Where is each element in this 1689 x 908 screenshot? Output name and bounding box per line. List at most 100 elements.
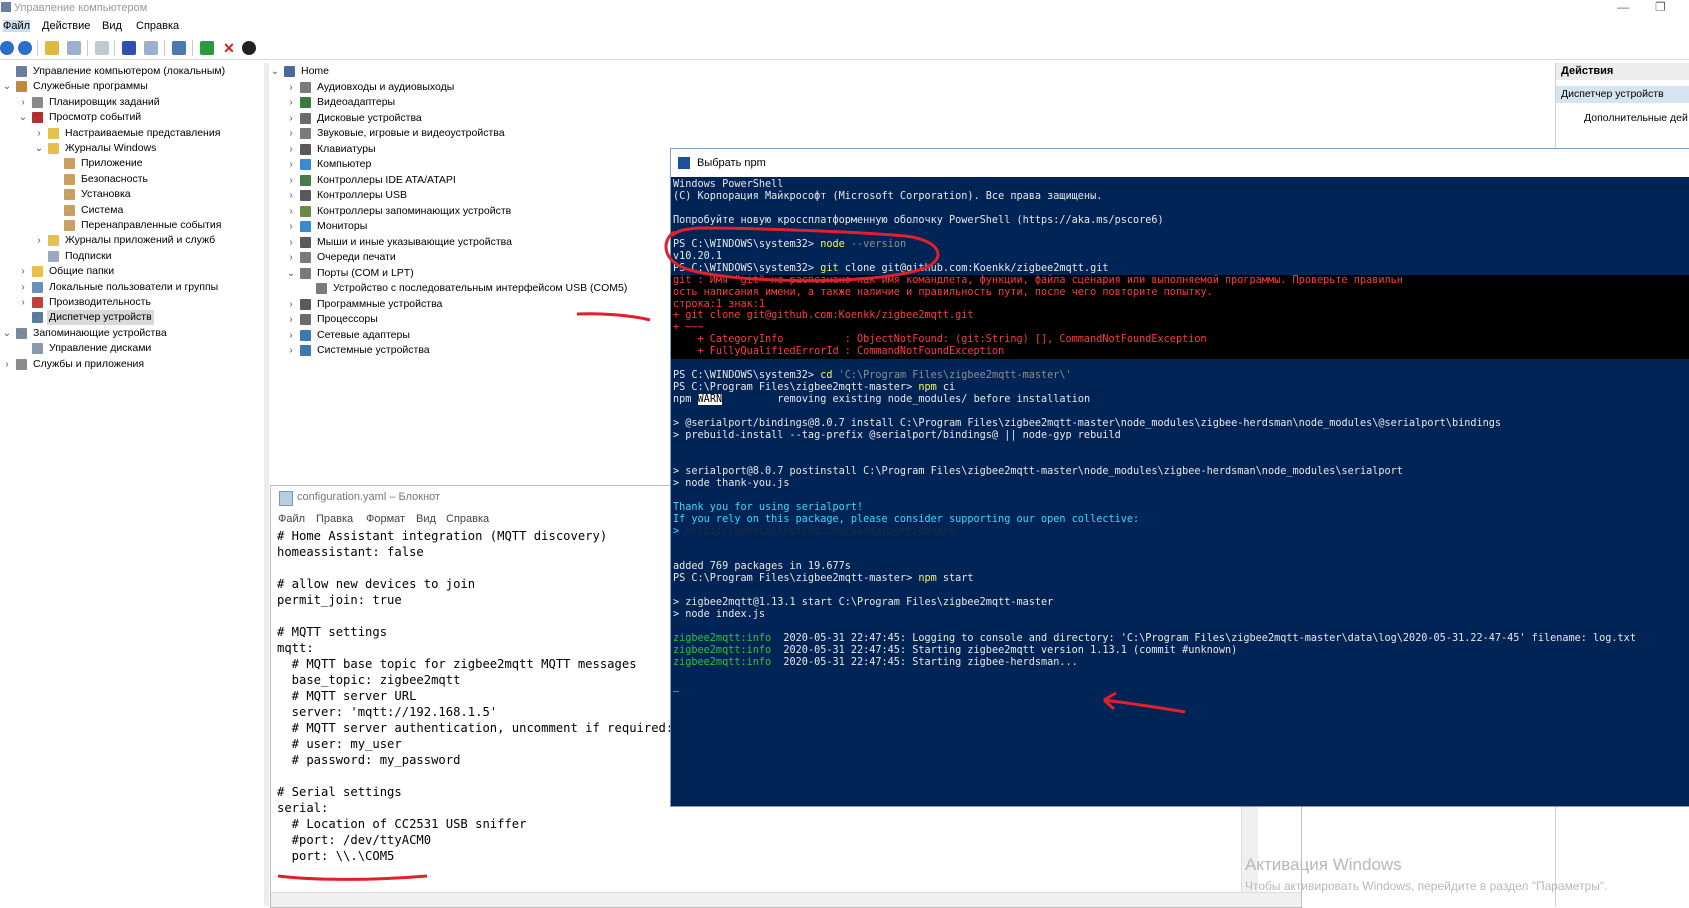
console-text: Попробуйте новую кроссплатформенную обол…	[673, 214, 1164, 226]
chevron-right-icon[interactable]: ›	[286, 328, 296, 343]
chevron-right-icon[interactable]: ›	[18, 280, 28, 295]
computer-management-icon	[16, 66, 27, 77]
computer-icon	[284, 66, 295, 77]
up-folder-icon[interactable]	[45, 41, 59, 55]
console-text: > @serialport/bindings@8.0.7 install C:\…	[673, 418, 1502, 429]
processor-icon	[300, 314, 311, 325]
console-line: added 769 packages in 19.677s	[673, 561, 851, 574]
minimize-button[interactable]: —	[1617, 0, 1629, 14]
chevron-right-icon[interactable]: ›	[18, 95, 28, 110]
forward-icon[interactable]	[18, 41, 32, 55]
view-icon[interactable]	[144, 41, 158, 55]
device_tree-item-label: Аудиовходы и аудиовыходы	[317, 80, 455, 93]
device_tree-item-label: Компьютер	[317, 158, 372, 170]
console-tree: Управление компьютером (локальным) ⌄ Служе…	[0, 63, 265, 906]
chevron-right-icon[interactable]: ›	[286, 312, 296, 327]
console-line: PS C:\WINDOWS\system32> cd 'C:\Program F…	[673, 370, 1072, 383]
printer-icon	[300, 252, 311, 263]
monitor-icon	[300, 159, 311, 170]
console-text: Thank you for using serialport!	[673, 501, 864, 513]
notepad-menu-edit[interactable]: Правка	[316, 513, 353, 525]
left_tree-item-label: Служебные программы	[33, 80, 148, 93]
chevron-right-icon[interactable]: ›	[286, 126, 296, 141]
computer-management-icon	[1, 2, 11, 12]
show-tree-icon[interactable]	[67, 41, 81, 55]
left_tree-item-label: Управление компьютером (локальным)	[33, 65, 226, 77]
actions-section-device-manager[interactable]: Диспетчер устройств	[1556, 86, 1689, 103]
notepad-menu-file[interactable]: Файл	[278, 513, 305, 525]
console-line: + ~~~	[673, 322, 704, 335]
chevron-right-icon[interactable]: ›	[34, 126, 44, 141]
scan-hardware-icon[interactable]	[172, 41, 186, 55]
chevron-right-icon[interactable]: ›	[18, 264, 28, 279]
notepad-text-area[interactable]: # Home Assistant integration (MQTT disco…	[277, 528, 673, 864]
disable-device-icon[interactable]	[242, 41, 256, 55]
uninstall-icon[interactable]: ✕	[222, 41, 236, 55]
console-text: > prebuild-install --tag-prefix @serialp…	[673, 429, 1121, 441]
device_tree-item-label: Звуковые, игровые и видеоустройства	[317, 127, 505, 139]
users-icon	[32, 281, 43, 293]
console-line: строка:1 знак:1	[673, 299, 765, 312]
chevron-right-icon[interactable]: ›	[286, 343, 296, 358]
console-line: PS C:\Program Files\zigbee2mqtt-master> …	[673, 573, 974, 586]
chevron-down-icon[interactable]: ⌄	[2, 326, 12, 341]
properties-icon[interactable]	[95, 41, 109, 55]
restore-button[interactable]: ❐	[1655, 0, 1666, 14]
device_tree-item-label: Мониторы	[317, 220, 368, 232]
more-actions-link[interactable]: Дополнительные дей	[1584, 112, 1688, 124]
left_tree-item-label: Настраиваемые представления	[65, 126, 221, 139]
notepad-horizontal-scrollbar[interactable]	[271, 892, 1301, 907]
chevron-right-icon[interactable]: ›	[286, 188, 296, 203]
chevron-right-icon[interactable]: ›	[286, 95, 296, 110]
chevron-right-icon[interactable]: ›	[34, 233, 44, 248]
device_tree-item-label: Устройство с последовательным интерфейсо…	[333, 282, 628, 294]
back-icon[interactable]	[0, 41, 14, 55]
notepad-menu-help[interactable]: Справка	[446, 513, 489, 525]
menu-action[interactable]: Действие	[42, 20, 90, 32]
powershell-console[interactable]: Windows PowerShell (C) Корпорация Майкрос…	[671, 177, 1689, 806]
chevron-right-icon[interactable]: ›	[286, 111, 296, 126]
chevron-right-icon[interactable]: ›	[286, 142, 296, 157]
chevron-right-icon[interactable]: ›	[286, 80, 296, 95]
chevron-right-icon[interactable]: ›	[286, 235, 296, 250]
chevron-right-icon[interactable]: ›	[286, 157, 296, 172]
chevron-right-icon[interactable]: ›	[286, 204, 296, 219]
window-titlebar: Управление компьютером — ❐	[0, 0, 1689, 16]
powershell-icon	[678, 157, 690, 169]
chevron-right-icon[interactable]: ›	[286, 173, 296, 188]
console-line: > https://opencollective.com/serialport/…	[673, 526, 955, 539]
chevron-right-icon[interactable]: ›	[286, 219, 296, 234]
left_tree-item-label: Запоминающие устройства	[33, 326, 167, 339]
console-text: zigbee2mqtt:info	[673, 657, 772, 668]
chevron-down-icon[interactable]: ⌄	[34, 141, 44, 156]
menu-file[interactable]: Файл	[3, 20, 31, 32]
chevron-down-icon[interactable]: ⌄	[270, 64, 280, 79]
console-line: + git clone git@github.com:Koenkk/zigbee…	[673, 310, 974, 323]
left_tree-item-label: Управление дисками	[49, 342, 152, 355]
performance-icon	[32, 297, 43, 308]
chevron-right-icon[interactable]: ›	[18, 295, 28, 310]
chevron-down-icon[interactable]: ⌄	[286, 266, 296, 281]
console-line: > serialport@8.0.7 postinstall C:\Progra…	[673, 466, 1403, 479]
notepad-menu-format[interactable]: Формат	[366, 513, 405, 525]
device_tree-item-label: Очереди печати	[317, 251, 396, 263]
chevron-down-icon[interactable]: ⌄	[2, 79, 12, 94]
console-line: PS C:\WINDOWS\system32> git clone git@gi…	[673, 263, 1108, 276]
menu-view[interactable]: Вид	[102, 20, 122, 32]
chevron-down-icon[interactable]: ⌄	[18, 110, 28, 125]
update-driver-icon[interactable]	[200, 41, 214, 55]
chevron-right-icon[interactable]: ›	[286, 297, 296, 312]
console-text: clone git@github.com:Koenkk/zigbee2mqtt.…	[838, 262, 1109, 274]
console-line: PS C:\WINDOWS\system32> node --version	[673, 239, 906, 252]
software-device-icon	[300, 298, 311, 310]
console-text: 2020-05-31 22:47:45: Logging to console …	[771, 633, 1636, 645]
help-icon[interactable]	[122, 41, 136, 55]
notepad-menu-view[interactable]: Вид	[416, 513, 436, 525]
left_tree-item-label: Локальные пользователи и группы	[49, 280, 219, 293]
menu-help[interactable]: Справка	[136, 20, 179, 32]
left_tree-item-label: Перенаправленные события	[81, 219, 222, 231]
chevron-right-icon[interactable]: ›	[286, 250, 296, 265]
chevron-right-icon[interactable]: ›	[2, 357, 12, 372]
monitor-icon	[300, 221, 311, 232]
console-line: zigbee2mqtt:info 2020-05-31 22:47:45: Lo…	[673, 633, 1636, 646]
